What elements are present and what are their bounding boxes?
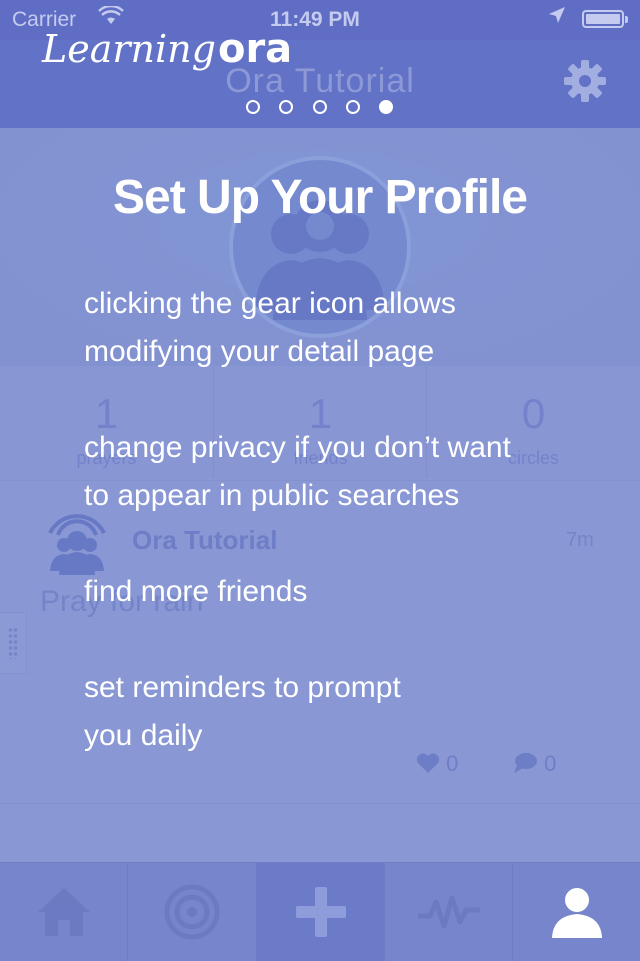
page-indicator (244, 100, 396, 120)
brand-ora: ora (217, 26, 293, 72)
tutorial-tip: find more friends (84, 568, 624, 616)
tip-line: modifying your detail page (84, 335, 435, 368)
tutorial-brand: Learningora (42, 26, 292, 72)
tutorial-title: Set Up Your Profile (113, 171, 528, 224)
page-dot[interactable] (346, 100, 360, 114)
tip-line: to appear in public searches (84, 479, 460, 512)
page-dot[interactable] (313, 100, 327, 114)
brand-learning: Learning (42, 27, 216, 71)
page-dot[interactable] (279, 100, 293, 114)
page-dot[interactable] (246, 100, 260, 114)
tip-line: clicking the gear icon allows (84, 287, 456, 320)
tutorial-overlay[interactable]: Learningora Set Up Your Profile clicking… (0, 0, 640, 960)
tutorial-tip: set reminders to prompt you daily (84, 664, 624, 760)
tip-line: set reminders to prompt (84, 671, 401, 704)
tip-line: you daily (84, 719, 203, 752)
page-dot-current[interactable] (379, 100, 393, 114)
tutorial-tip: clicking the gear icon allows modifying … (84, 280, 624, 376)
tip-line: change privacy if you don’t want (84, 431, 511, 464)
tip-line: find more friends (84, 575, 308, 608)
tutorial-tip: change privacy if you don’t want to appe… (84, 424, 624, 520)
